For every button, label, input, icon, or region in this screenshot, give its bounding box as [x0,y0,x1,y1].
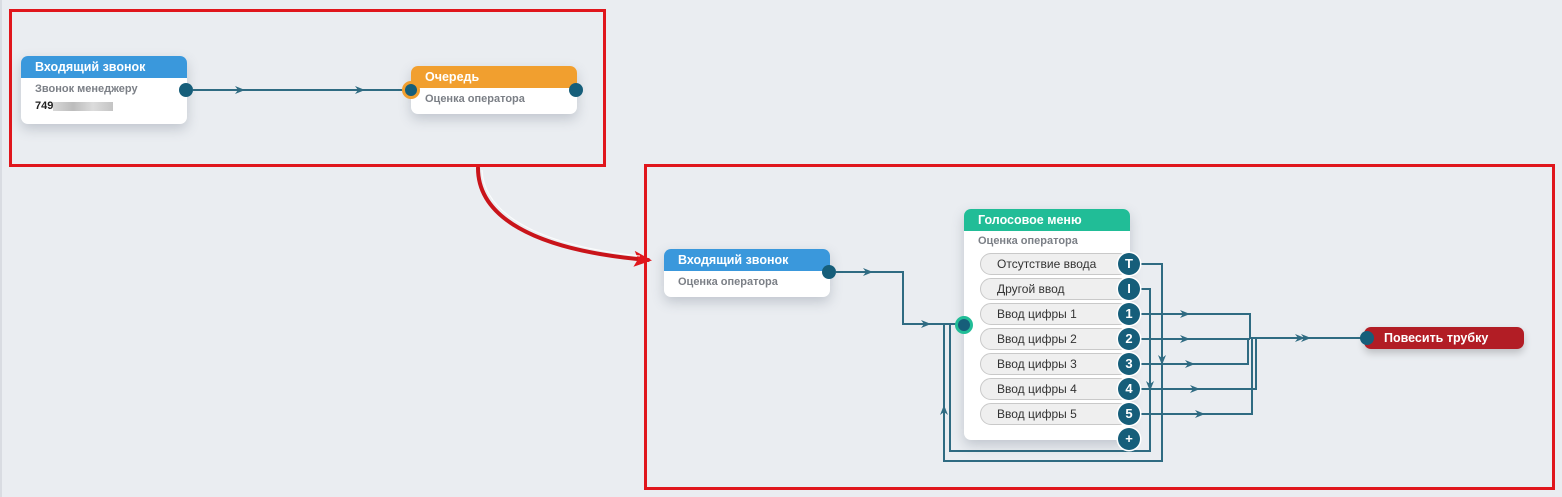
incoming-call-node-top[interactable]: Входящий звонок Звонок менеджеру 749 [21,56,193,124]
menu-option-digit-5[interactable]: Ввод цифры 5 [980,403,1130,425]
input-port[interactable] [402,81,420,99]
phone-number: 749 [21,95,187,112]
node-title: Повесить трубку [1384,331,1489,345]
node-title: Входящий звонок [664,249,830,271]
input-port[interactable] [1360,331,1374,345]
node-subtitle: Оценка оператора [678,276,778,288]
node-subtitle: Оценка оператора [425,93,525,105]
node-subtitle: Оценка оператора [978,235,1078,247]
port-badge-digit-3[interactable]: 3 [1118,353,1140,375]
node-title: Входящий звонок [21,56,187,78]
menu-option-digit-3[interactable]: Ввод цифры 3 [980,353,1130,375]
transition-arrow [476,166,652,267]
input-port[interactable] [955,316,973,334]
node-subtitle: Звонок менеджеру [35,83,138,95]
redacted-number-block [53,101,114,111]
port-badge-digit-5[interactable]: 5 [1118,403,1140,425]
port-badge-digit-2[interactable]: 2 [1118,328,1140,350]
menu-option-no-input[interactable]: Отсутствие ввода [980,253,1130,275]
add-option-button[interactable]: + [1118,428,1140,450]
menu-option-digit-4[interactable]: Ввод цифры 4 [980,378,1130,400]
hangup-node[interactable]: Повесить трубку [1360,327,1524,349]
node-title: Голосовое меню [964,209,1130,231]
menu-option-digit-1[interactable]: Ввод цифры 1 [980,303,1130,325]
incoming-call-node-bottom[interactable]: Входящий звонок Оценка оператора [664,249,836,297]
queue-node[interactable]: Очередь Оценка оператора [402,66,583,114]
output-port[interactable] [179,83,193,97]
phone-number-visible: 749 [35,100,54,112]
port-badge-other-input[interactable]: I [1118,278,1140,300]
port-badge-digit-4[interactable]: 4 [1118,378,1140,400]
menu-option-digit-2[interactable]: Ввод цифры 2 [980,328,1130,350]
output-port[interactable] [822,265,836,279]
port-badge-no-input[interactable]: T [1118,253,1140,275]
node-title: Очередь [411,66,577,88]
voice-menu-node[interactable]: Голосовое меню Оценка оператора Отсутств… [955,209,1140,450]
menu-option-other-input[interactable]: Другой ввод [980,278,1130,300]
output-port[interactable] [569,83,583,97]
port-badge-digit-1[interactable]: 1 [1118,303,1140,325]
